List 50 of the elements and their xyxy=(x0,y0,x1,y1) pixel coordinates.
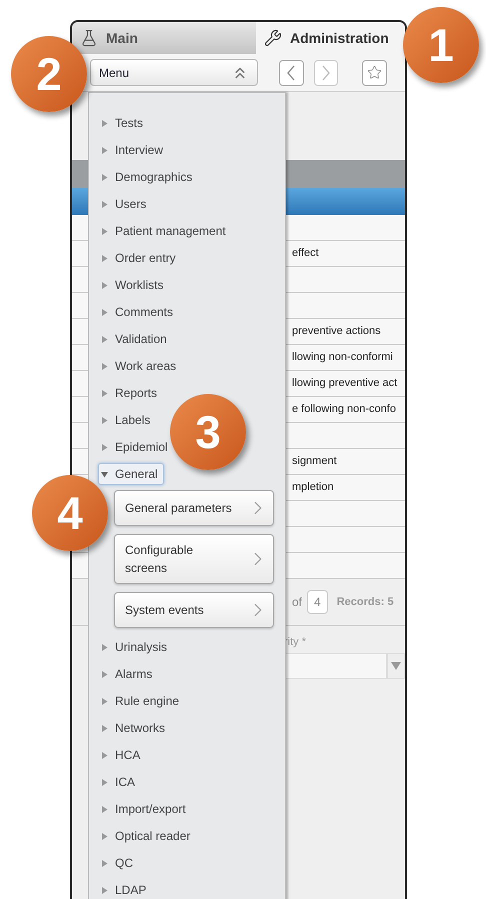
menu-item[interactable]: Networks xyxy=(98,717,285,739)
menu-item[interactable]: Validation xyxy=(98,328,285,350)
menu-item[interactable]: Patient management xyxy=(98,220,285,242)
menu-item[interactable]: Optical reader xyxy=(98,825,285,847)
dropdown-toggle[interactable] xyxy=(387,652,405,678)
of-label: of xyxy=(292,594,302,611)
records-count: Records: 5 xyxy=(336,594,394,610)
row-text: preventive actions xyxy=(292,324,381,340)
flask-icon xyxy=(80,29,98,47)
forward-button[interactable] xyxy=(314,60,338,86)
row-text: effect xyxy=(292,246,319,262)
callout-badge: 2 xyxy=(11,36,87,112)
menu-item[interactable]: Import/export xyxy=(98,798,285,820)
menu-item[interactable]: Worklists xyxy=(98,274,285,296)
menu-item[interactable]: Interview xyxy=(98,139,285,161)
callout-badge: 1 xyxy=(403,7,479,83)
wrench-icon xyxy=(264,29,282,47)
back-button[interactable] xyxy=(278,60,304,86)
chevron-right-icon xyxy=(322,64,330,80)
favorite-button[interactable] xyxy=(362,60,387,86)
callout-badge: 4 xyxy=(32,475,108,551)
menu-button[interactable]: Menu xyxy=(90,59,258,86)
menu-item[interactable]: Users xyxy=(98,193,285,215)
row-text: e following non-confo xyxy=(292,402,396,418)
submenu-button[interactable]: System events xyxy=(114,592,274,628)
menu-item[interactable]: Tests xyxy=(98,112,285,134)
menu-item[interactable]: Urinalysis xyxy=(98,636,285,658)
row-text: mpletion xyxy=(292,480,334,496)
menu-item[interactable]: Work areas xyxy=(98,355,285,377)
submenu-button[interactable]: Configurable screens xyxy=(114,534,274,584)
row-text: signment xyxy=(292,454,337,470)
menu-item[interactable]: Rule engine xyxy=(98,690,285,712)
page-count: 4 xyxy=(307,590,328,614)
menu-item[interactable]: General xyxy=(98,463,164,485)
menu-item[interactable]: Demographics xyxy=(98,166,285,188)
menu-item[interactable]: ICA xyxy=(98,771,285,793)
tab[interactable]: Main xyxy=(72,22,256,54)
menu-item[interactable]: Comments xyxy=(98,301,285,323)
submenu-button[interactable]: General parameters xyxy=(114,490,274,526)
star-icon xyxy=(367,65,382,80)
menu-item[interactable]: LDAP xyxy=(98,879,285,899)
menu-item[interactable]: QC xyxy=(98,852,285,874)
menu-item[interactable]: Alarms xyxy=(98,663,285,685)
tab[interactable]: Administration xyxy=(256,22,405,54)
row-text: llowing non-conformi xyxy=(292,350,393,366)
row-text: llowing preventive act xyxy=(292,376,398,392)
caret-down-icon xyxy=(391,662,401,670)
menu-item[interactable]: HCA xyxy=(98,744,285,766)
menu-item[interactable]: Order entry xyxy=(98,247,285,269)
chevron-left-icon xyxy=(287,64,296,80)
